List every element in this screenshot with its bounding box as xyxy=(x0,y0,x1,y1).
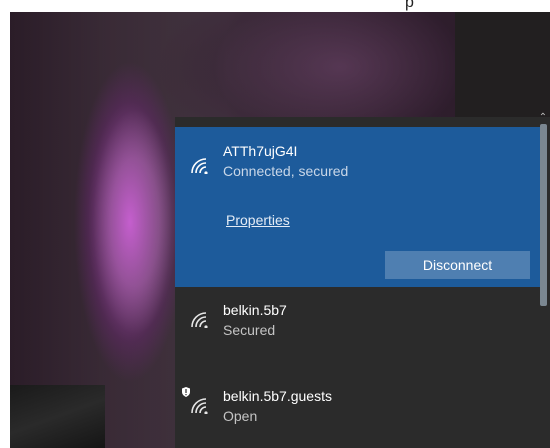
network-item[interactable]: belkin.5b7 Secured xyxy=(175,289,540,359)
scroll-up-icon[interactable]: ⌃ xyxy=(538,113,548,123)
network-item[interactable]: belkin.5b7.guests Open xyxy=(175,375,540,445)
cropped-text: p xyxy=(405,0,414,11)
network-item-connected[interactable]: ATTh7ujG4I Connected, secured Properties… xyxy=(175,127,540,287)
wifi-signal-icon xyxy=(189,396,211,414)
wifi-signal-icon xyxy=(189,156,211,174)
network-name: ATTh7ujG4I xyxy=(223,143,298,159)
network-status: Secured xyxy=(223,322,276,338)
network-status: Connected, secured xyxy=(223,163,349,179)
background-rail xyxy=(10,385,105,448)
shield-warning-icon xyxy=(182,384,190,397)
wifi-network-flyout: ⌃ ATTh7ujG4I Connected, secured Properti… xyxy=(175,113,550,448)
network-status: Open xyxy=(223,408,258,424)
network-name: belkin.5b7.guests xyxy=(223,388,332,404)
wifi-signal-icon xyxy=(189,310,211,328)
properties-link[interactable]: Properties xyxy=(226,212,290,228)
disconnect-button[interactable]: Disconnect xyxy=(385,251,530,279)
network-name: belkin.5b7 xyxy=(223,302,287,318)
scrollbar-thumb[interactable] xyxy=(540,124,547,306)
top-strip: p xyxy=(0,0,550,12)
background-dark-area xyxy=(455,12,550,117)
